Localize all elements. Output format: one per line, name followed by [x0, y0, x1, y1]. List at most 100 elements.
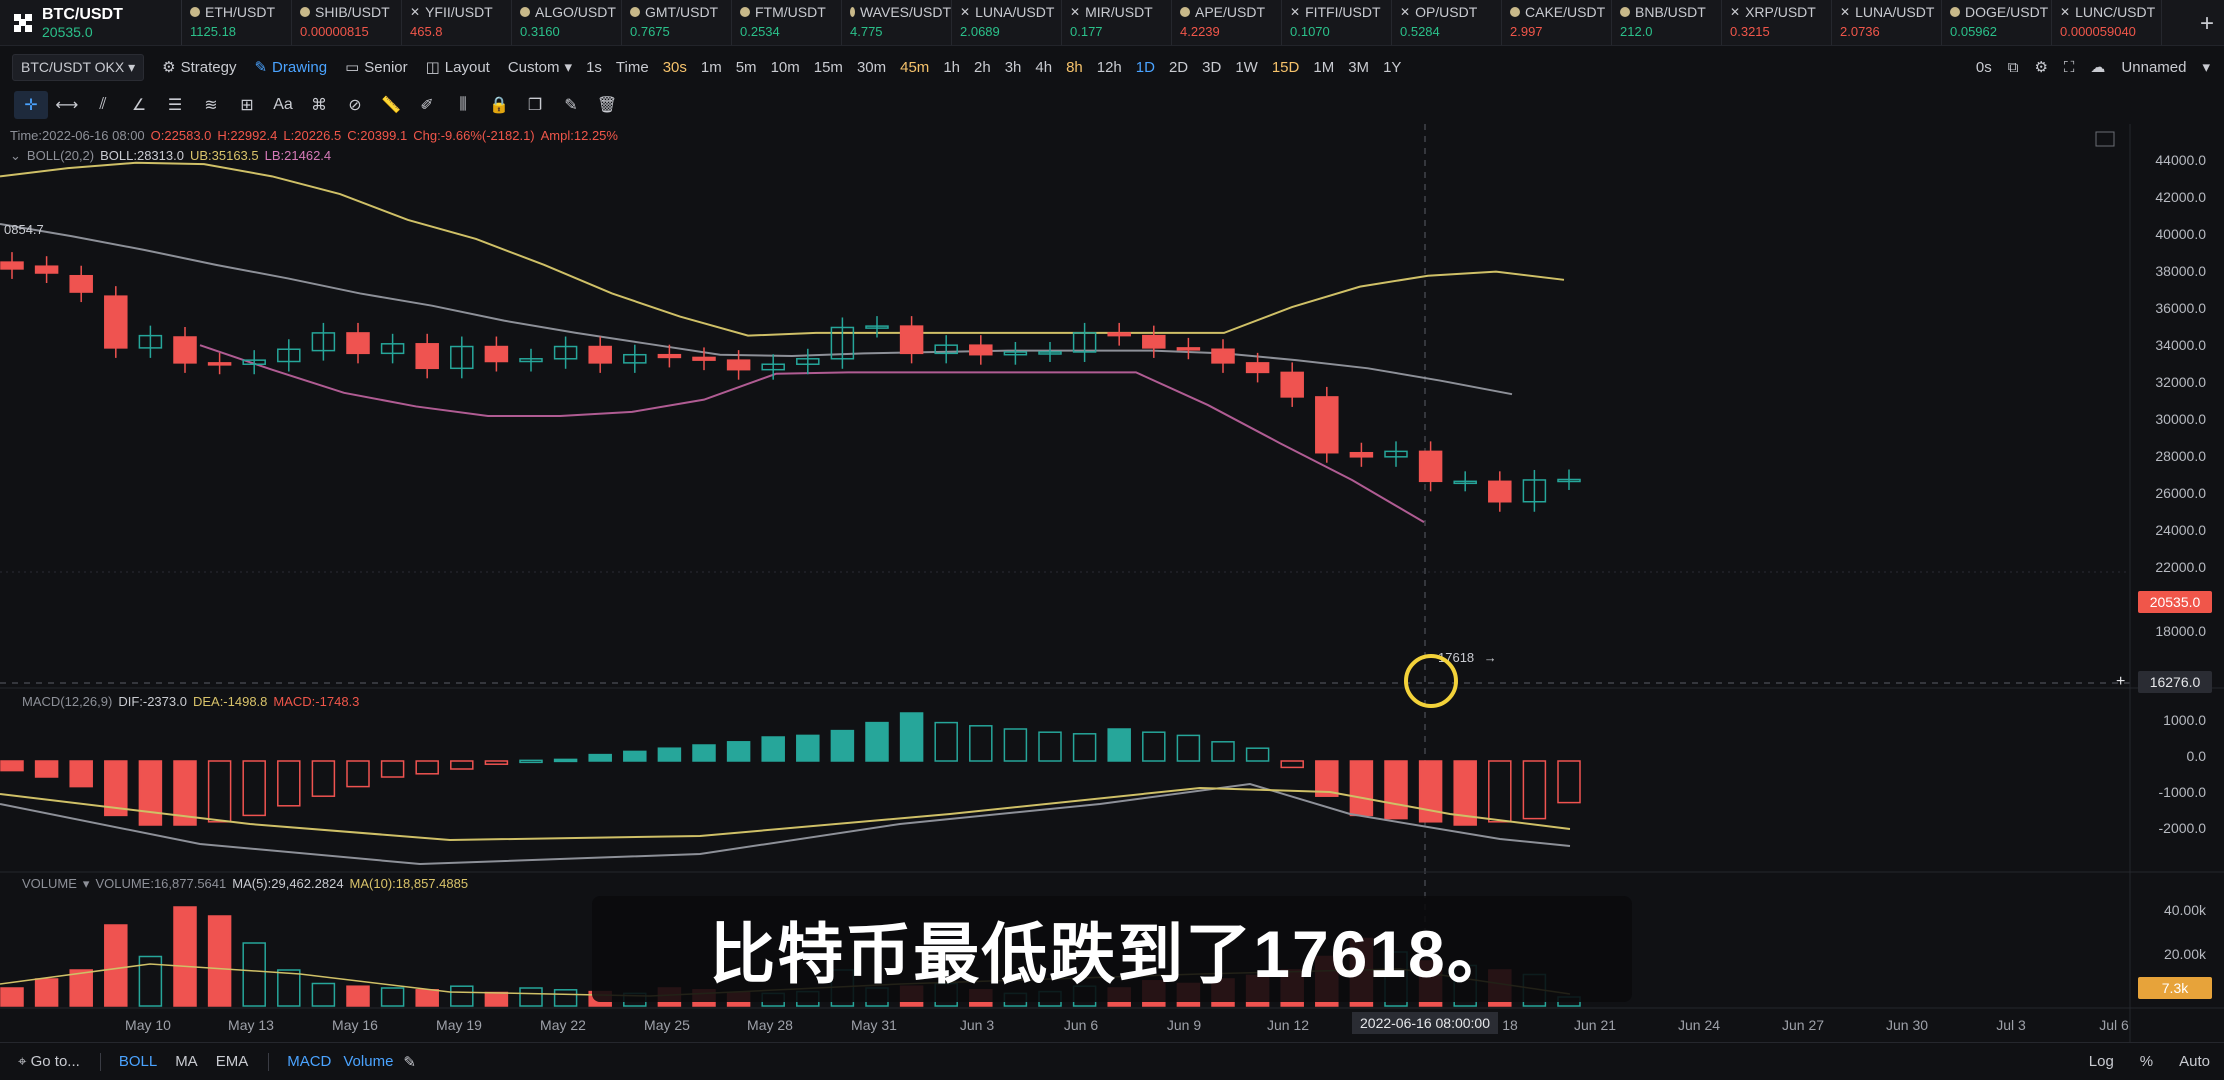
ticker-item[interactable]: DOGE/USDT 0.05962 [1942, 0, 2052, 45]
ticker-item[interactable]: SHIB/USDT 0.00000815 [292, 0, 402, 45]
screenshot-icon[interactable]: ⧉ [2008, 59, 2019, 76]
custom-dropdown[interactable]: Custom ▾ [508, 58, 572, 77]
strategy-button[interactable]: ⚙ Strategy [162, 58, 236, 77]
active-pair[interactable]: BTC/USDT 20535.0 [0, 0, 182, 45]
add-pair-icon[interactable]: + [2200, 10, 2214, 38]
ticker-item[interactable]: BNB/USDT 212.0 [1612, 0, 1722, 45]
volume-legend[interactable]: VOLUME ▾ VOLUME:16,877.5641 MA(5):29,462.28… [22, 876, 474, 892]
macd-bar [553, 758, 578, 763]
indicator-macd[interactable]: MACD [287, 1053, 331, 1070]
add-alert-icon[interactable]: + [2116, 673, 2125, 691]
date-axis-label: Jul 3 [1996, 1017, 2026, 1033]
interval-option[interactable]: 2h [974, 59, 991, 76]
interval-option[interactable]: 1h [943, 59, 960, 76]
date-axis-label: May 28 [747, 1017, 793, 1033]
visibility-icon[interactable]: ⊘ [338, 91, 372, 119]
ticker-item[interactable]: ✕ OP/USDT 0.5284 [1392, 0, 1502, 45]
indicator-volume[interactable]: Volume [343, 1053, 393, 1070]
trend-line-icon[interactable]: ⫽ [86, 91, 120, 119]
candle-body [207, 362, 232, 366]
interval-option[interactable]: 15D [1272, 59, 1300, 76]
senior-button[interactable]: ▭ Senior [345, 58, 408, 77]
ticker-item[interactable]: CAKE/USDT 2.997 [1502, 0, 1612, 45]
ticker-item[interactable]: ✕ FITFI/USDT 0.1070 [1282, 0, 1392, 45]
edit-icon[interactable]: ✎ [554, 91, 588, 119]
interval-option[interactable]: 1m [701, 59, 722, 76]
volume-tag: 7.3k [2138, 977, 2212, 999]
log-scale-toggle[interactable]: Log [2089, 1053, 2114, 1070]
ticker-item[interactable]: ✕ LUNA/USDT 2.0736 [1832, 0, 1942, 45]
settings-icon[interactable]: ⚙ [2034, 58, 2047, 76]
volume-bar [415, 989, 439, 1007]
interval-option[interactable]: 45m [900, 59, 929, 76]
fib-tool-icon[interactable]: ☰ [158, 91, 192, 119]
ticker-item[interactable]: ✕ YFII/USDT 465.8 [402, 0, 512, 45]
collapse-icon[interactable]: ⌄ [10, 148, 21, 163]
ticker-item[interactable]: ✕ MIR/USDT 0.177 [1062, 0, 1172, 45]
volume-bar [553, 989, 578, 1007]
date-axis-label: Jul 6 [2099, 1017, 2129, 1033]
interval-option[interactable]: 8h [1066, 59, 1083, 76]
ticker-item[interactable]: FTM/USDT 0.2534 [732, 0, 842, 45]
candle-type-icon[interactable]: ⫼ [446, 91, 480, 119]
interval-option[interactable]: 30s [663, 59, 687, 76]
macd-legend[interactable]: MACD(12,26,9) DIF:-2373.0 DEA:-1498.8 MACD:… [22, 694, 365, 709]
percent-scale-toggle[interactable]: % [2140, 1053, 2153, 1070]
ticker-item[interactable]: APE/USDT 4.2239 [1172, 0, 1282, 45]
fullscreen-icon[interactable]: ⛶ [2064, 59, 2075, 76]
magnet-icon[interactable]: ⌘ [302, 91, 336, 119]
macd-axis-label: -2000.0 [2158, 820, 2206, 836]
cloud-icon[interactable]: ☁ [2090, 58, 2105, 76]
ruler-icon[interactable]: 📏 [374, 91, 408, 119]
ticker-item[interactable]: ✕ XRP/USDT 0.3215 [1722, 0, 1832, 45]
trash-icon[interactable]: 🗑 [590, 91, 624, 119]
goto-button[interactable]: ⌖ Go to... [18, 1053, 80, 1070]
pattern-tool-icon[interactable]: ≋ [194, 91, 228, 119]
text-tool-icon[interactable]: Aa [266, 91, 300, 119]
lock-icon[interactable]: 🔒 [482, 91, 516, 119]
interval-option[interactable]: 1Y [1383, 59, 1401, 76]
ticker-price: 0.1070 [1290, 24, 1330, 39]
interval-option[interactable]: 3M [1348, 59, 1369, 76]
interval-option[interactable]: 30m [857, 59, 886, 76]
copy-icon[interactable]: ❐ [518, 91, 552, 119]
boll-legend[interactable]: ⌄ BOLL(20,2) BOLL:28313.0 UB:35163.5 LB:2146… [10, 148, 337, 164]
interval-option[interactable]: 2D [1169, 59, 1188, 76]
angle-tool-icon[interactable]: ∠ [122, 91, 156, 119]
interval-option[interactable]: Time [616, 59, 649, 76]
interval-option[interactable]: 3D [1202, 59, 1221, 76]
ticker-item[interactable]: ETH/USDT 1125.18 [182, 0, 292, 45]
measure-tool-icon[interactable]: ⊞ [230, 91, 264, 119]
interval-option[interactable]: 4h [1035, 59, 1052, 76]
interval-option[interactable]: 12h [1097, 59, 1122, 76]
brush-icon[interactable]: ✐ [410, 91, 444, 119]
interval-option[interactable]: 3h [1005, 59, 1022, 76]
ticker-name: DOGE/USDT [1965, 4, 2049, 20]
ticker-item[interactable]: ALGO/USDT 0.3160 [512, 0, 622, 45]
interval-option[interactable]: 1M [1313, 59, 1334, 76]
macd-bar [1003, 728, 1028, 762]
horizontal-line-icon[interactable]: ⟷ [50, 91, 84, 119]
interval-option[interactable]: 10m [771, 59, 800, 76]
date-axis-label: May 22 [540, 1017, 586, 1033]
ticker-item[interactable]: GMT/USDT 0.7675 [622, 0, 732, 45]
auto-scale-toggle[interactable]: Auto [2179, 1053, 2210, 1070]
price-axis-label: 40000.0 [2155, 226, 2206, 242]
interval-option[interactable]: 5m [736, 59, 757, 76]
crosshair-tool-icon[interactable]: ✛ [14, 91, 48, 119]
indicator-ema[interactable]: EMA [216, 1053, 249, 1070]
layout-button[interactable]: ◫ Layout [426, 58, 490, 77]
indicator-ma[interactable]: MA [175, 1053, 198, 1070]
indicator-boll[interactable]: BOLL [119, 1053, 157, 1070]
interval-option[interactable]: 1D [1136, 59, 1155, 76]
symbol-selector[interactable]: BTC/USDT OKX ▾ [12, 53, 145, 81]
drawing-button[interactable]: ✎ Drawing [254, 58, 327, 77]
interval-option[interactable]: 1s [586, 59, 602, 76]
interval-option[interactable]: 15m [814, 59, 843, 76]
ticker-item[interactable]: ✕ LUNA/USDT 2.0689 [952, 0, 1062, 45]
ticker-item[interactable]: ✕ LUNC/USDT 0.000059040 [2052, 0, 2162, 45]
ticker-item[interactable]: WAVES/USDT 4.775 [842, 0, 952, 45]
layout-name[interactable]: Unnamed [2121, 59, 2186, 76]
edit-indicators-icon[interactable]: ✎ [403, 1053, 416, 1071]
interval-option[interactable]: 1W [1235, 59, 1258, 76]
